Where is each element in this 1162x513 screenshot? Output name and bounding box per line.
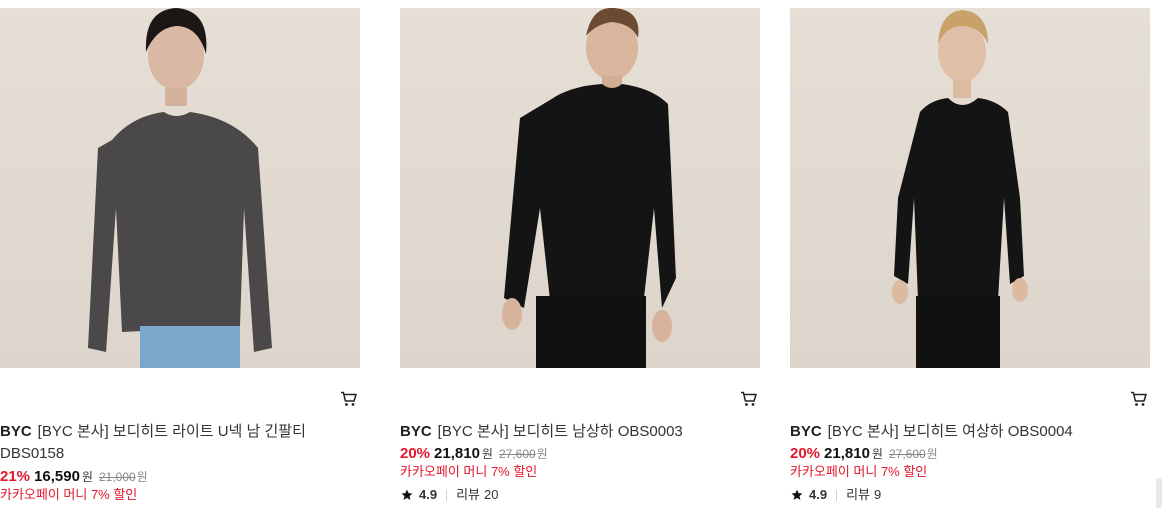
rating-score: 4.9 xyxy=(809,487,828,502)
currency-unit: 원 xyxy=(871,447,883,461)
model-photo xyxy=(502,8,676,368)
product-title[interactable]: BYC [BYC 본사] 보디히트 여상하 OBS0004 xyxy=(790,421,1120,443)
product-name[interactable]: [BYC 본사] 보디히트 남상하 OBS0003 xyxy=(438,423,683,440)
star-icon xyxy=(401,489,413,500)
product-code[interactable]: DBS0158 xyxy=(0,445,64,462)
review-label: 리뷰 xyxy=(846,487,870,502)
rating-row: 4.9 리뷰 20 xyxy=(401,487,498,503)
promo-text: 카카오페이 머니 7% 할인 xyxy=(0,487,138,502)
discount-rate: 20% xyxy=(400,445,431,462)
original-price: 27,600 xyxy=(888,447,926,461)
review-label: 리뷰 xyxy=(456,487,480,502)
original-currency-unit: 원 xyxy=(136,470,148,484)
add-to-cart-button[interactable] xyxy=(1128,388,1150,410)
price-row: 21% 16,590 원 21,000원 xyxy=(0,468,148,486)
original-currency-unit: 원 xyxy=(926,447,938,461)
brand-name[interactable]: BYC xyxy=(790,423,822,440)
sale-price: 21,810 xyxy=(824,445,870,462)
product-card[interactable]: BYC [BYC 본사] 보디히트 여상하 OBS0004 20% 21,810 원 2… xyxy=(790,0,1150,513)
cart-icon xyxy=(741,391,757,406)
sale-price: 21,810 xyxy=(434,445,480,462)
promo-text: 카카오페이 머니 7% 할인 xyxy=(790,464,928,479)
product-card[interactable]: BYC [BYC 본사] 보디히트 남상하 OBS0003 20% 21,810 원 2… xyxy=(400,0,760,513)
discount-rate: 21% xyxy=(0,468,31,485)
divider xyxy=(446,489,448,501)
add-to-cart-button[interactable] xyxy=(738,388,760,410)
scrollbar[interactable] xyxy=(1156,478,1162,508)
price-row: 20% 21,810 원 27,600원 xyxy=(790,445,938,463)
star-icon xyxy=(791,489,803,500)
brand-name[interactable]: BYC xyxy=(400,423,432,440)
original-price: 21,000 xyxy=(98,470,136,484)
product-image[interactable] xyxy=(0,8,360,368)
cart-icon xyxy=(341,391,357,406)
original-price: 27,600 xyxy=(498,447,536,461)
model-photo xyxy=(88,8,272,368)
currency-unit: 원 xyxy=(481,447,493,461)
price-row: 20% 21,810 원 27,600원 xyxy=(400,445,548,463)
product-title[interactable]: BYC [BYC 본사] 보디히트 남상하 OBS0003 xyxy=(400,421,730,443)
cart-icon xyxy=(1131,391,1147,406)
sale-price: 16,590 xyxy=(34,468,80,485)
product-image[interactable] xyxy=(790,8,1150,368)
add-to-cart-button[interactable] xyxy=(338,388,360,410)
model-photo xyxy=(892,10,1028,368)
product-image[interactable] xyxy=(400,8,760,368)
promo-text: 카카오페이 머니 7% 할인 xyxy=(400,464,538,479)
rating-score: 4.9 xyxy=(419,487,438,502)
product-card[interactable]: BYC [BYC 본사] 보디히트 라이트 U넥 남 긴팔티 DBS0158 21… xyxy=(0,0,360,513)
rating-row: 4.9 리뷰 9 xyxy=(791,487,881,503)
review-count: 9 xyxy=(874,487,882,502)
discount-rate: 20% xyxy=(790,445,821,462)
currency-unit: 원 xyxy=(81,470,93,484)
product-title[interactable]: BYC [BYC 본사] 보디히트 라이트 U넥 남 긴팔티 DBS0158 xyxy=(0,421,330,465)
original-currency-unit: 원 xyxy=(536,447,548,461)
divider xyxy=(836,489,838,501)
product-name[interactable]: [BYC 본사] 보디히트 라이트 U넥 남 긴팔티 xyxy=(38,423,306,440)
review-count: 20 xyxy=(484,487,499,502)
brand-name[interactable]: BYC xyxy=(0,423,32,440)
product-name[interactable]: [BYC 본사] 보디히트 여상하 OBS0004 xyxy=(828,423,1073,440)
